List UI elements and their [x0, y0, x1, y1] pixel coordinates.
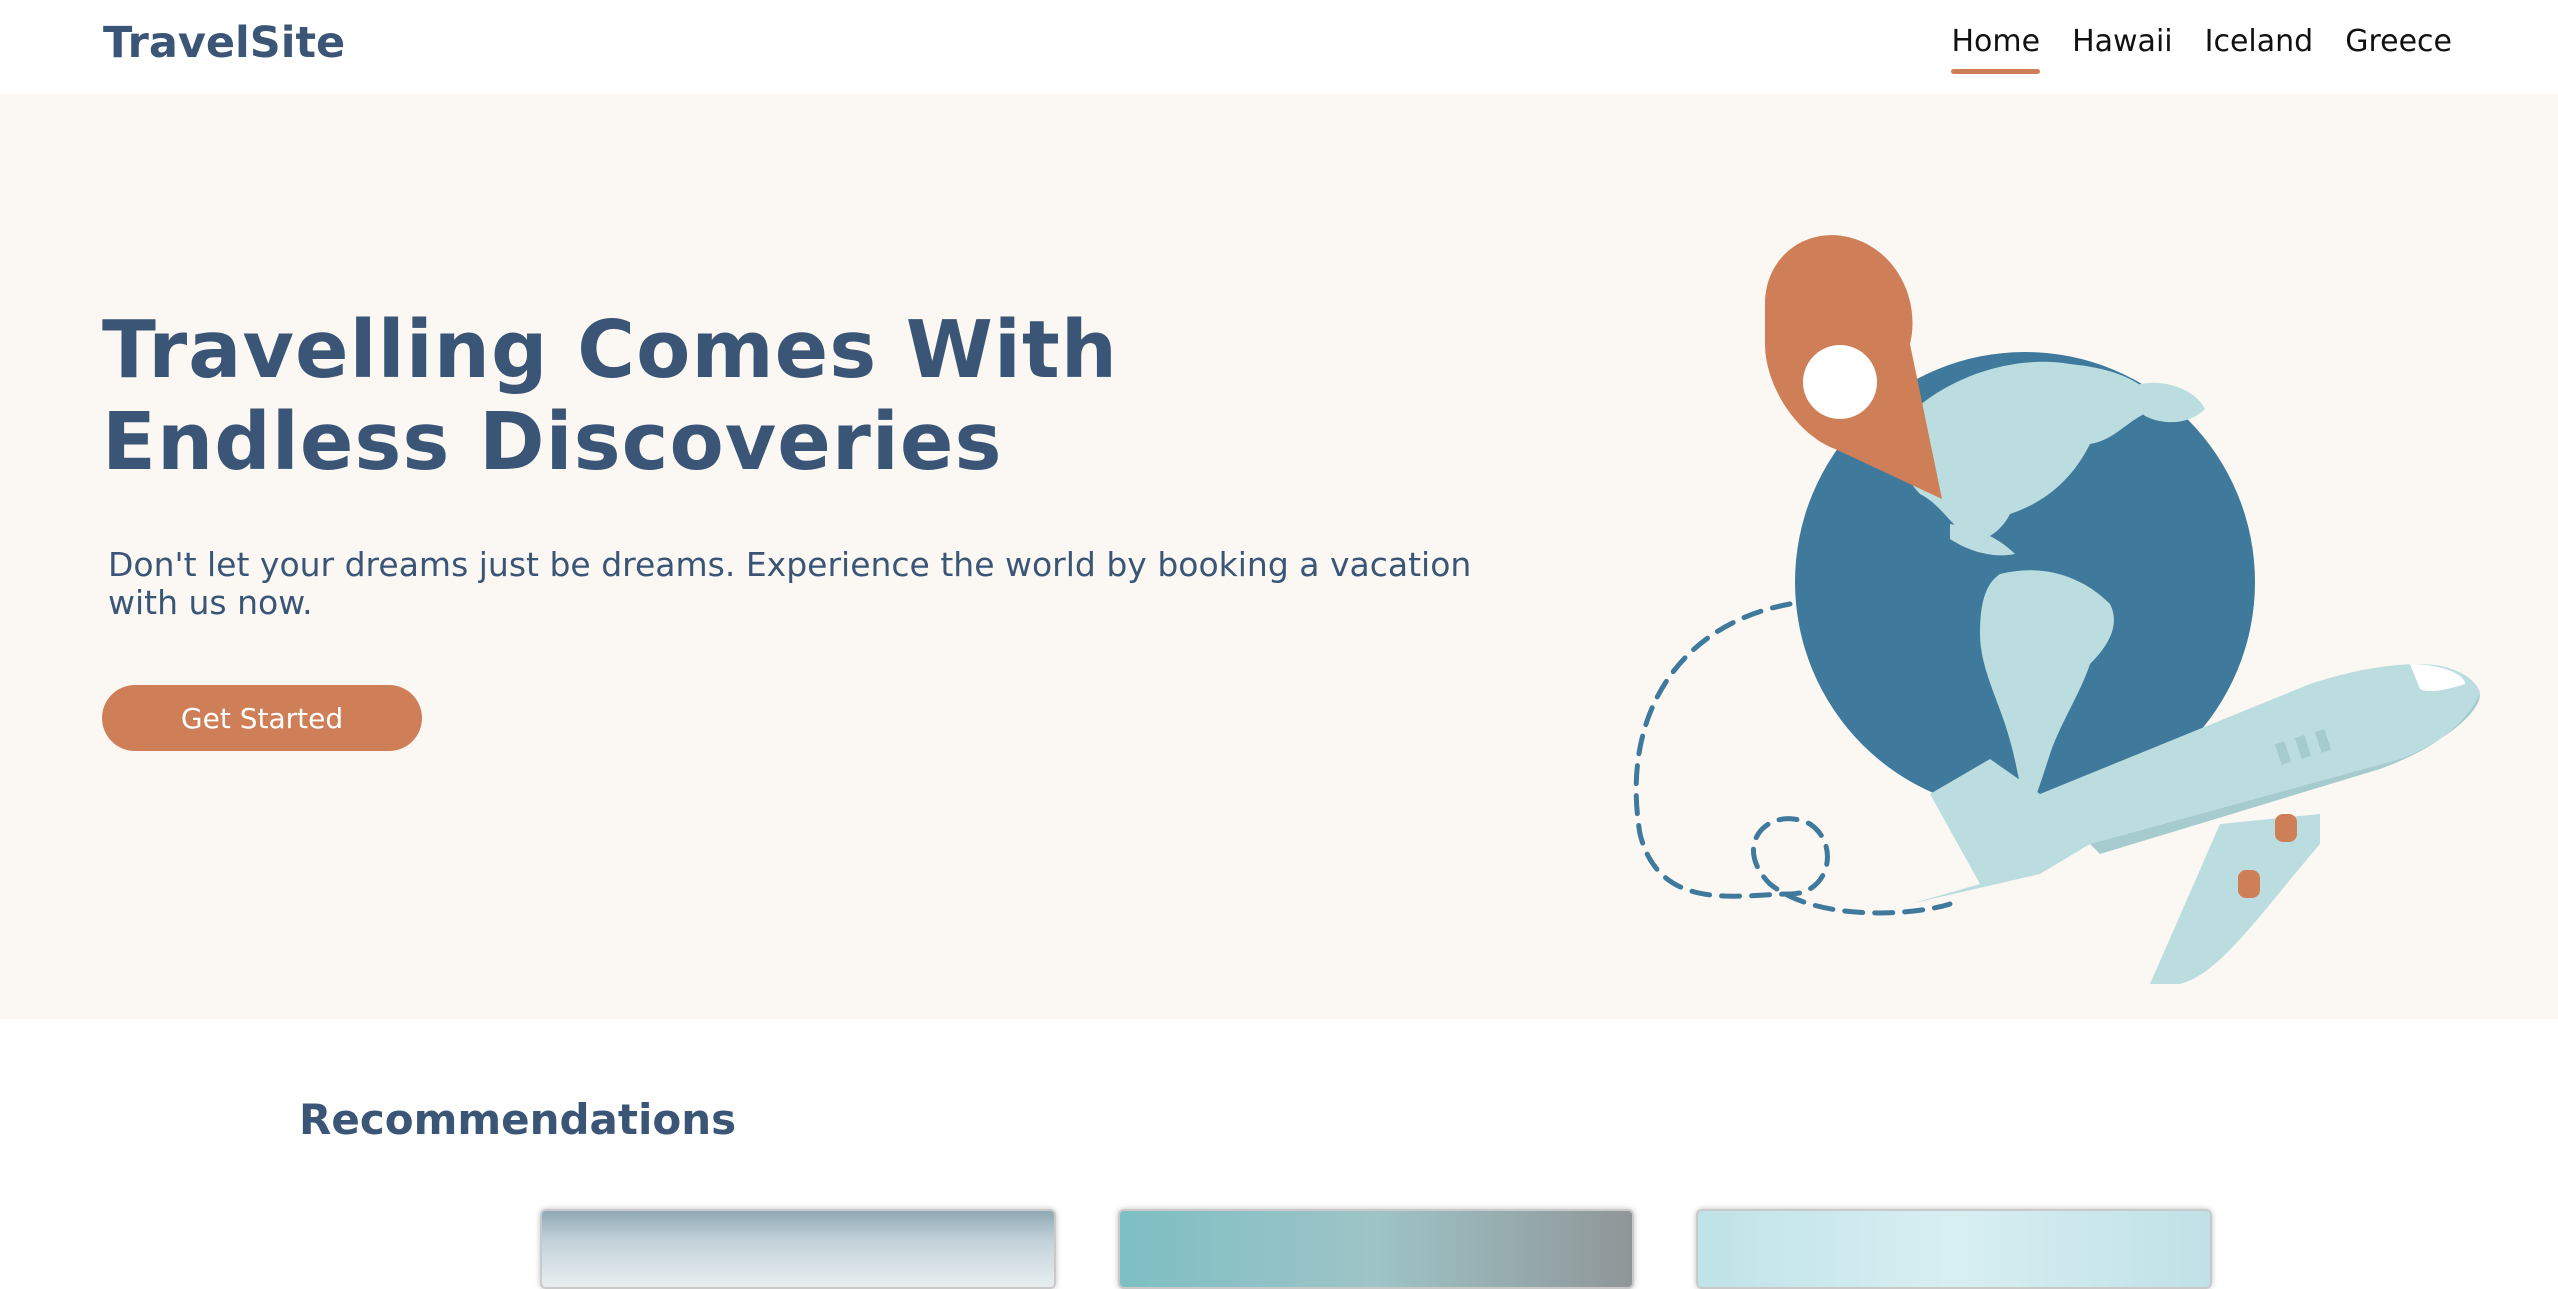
site-header: TravelSite Home Hawaii Iceland Greece — [0, 0, 2558, 94]
site-logo[interactable]: TravelSite — [103, 18, 345, 68]
nav-greece[interactable]: Greece — [2329, 22, 2468, 74]
nav-hawaii[interactable]: Hawaii — [2056, 22, 2189, 74]
hero-title-line-1: Travelling Comes With — [102, 304, 1118, 396]
recommendation-card-3[interactable] — [1696, 1209, 2212, 1289]
hero-subtitle: Don't let your dreams just be dreams. Ex… — [108, 545, 1472, 622]
recommendation-card-1[interactable] — [540, 1209, 1056, 1289]
main-nav: Home Hawaii Iceland Greece — [1935, 22, 2468, 74]
hero-title: Travelling Comes With Endless Discoverie… — [102, 304, 1302, 488]
nav-home[interactable]: Home — [1935, 22, 2056, 74]
recommendation-card-2[interactable] — [1118, 1209, 1634, 1289]
recommendations-title: Recommendations — [299, 1095, 737, 1144]
nav-iceland[interactable]: Iceland — [2189, 22, 2330, 74]
get-started-button[interactable]: Get Started — [102, 685, 422, 751]
hero-title-line-2: Endless Discoveries — [102, 396, 1003, 488]
hero-section: Travelling Comes With Endless Discoverie… — [0, 94, 2558, 1019]
globe-plane-pin-illustration — [1633, 235, 2480, 984]
